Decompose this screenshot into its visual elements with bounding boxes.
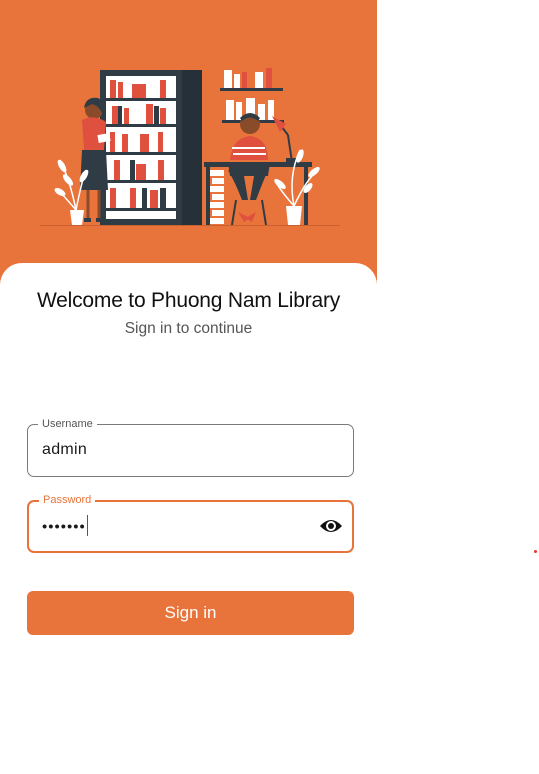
sign-in-button[interactable]: Sign in xyxy=(27,591,354,635)
username-value[interactable]: admin xyxy=(42,441,87,459)
password-label: Password xyxy=(39,493,96,507)
username-label: Username xyxy=(38,417,97,431)
indicator-dot xyxy=(534,550,537,553)
hero-banner xyxy=(0,0,377,290)
password-field[interactable]: Password ••••••• xyxy=(27,493,354,553)
login-screen: Welcome to Phuong Nam Library Sign in to… xyxy=(0,0,377,774)
password-masked-text: ••••••• xyxy=(42,518,86,536)
password-value[interactable]: ••••••• xyxy=(42,515,89,538)
library-illustration xyxy=(0,0,377,290)
page-title: Welcome to Phuong Nam Library xyxy=(36,289,341,312)
page-subtitle: Sign in to continue xyxy=(124,320,253,337)
username-field[interactable]: Username admin xyxy=(27,417,354,477)
eye-icon[interactable] xyxy=(319,516,343,536)
login-card: Welcome to Phuong Nam Library Sign in to… xyxy=(0,263,377,774)
text-caret xyxy=(86,515,89,536)
